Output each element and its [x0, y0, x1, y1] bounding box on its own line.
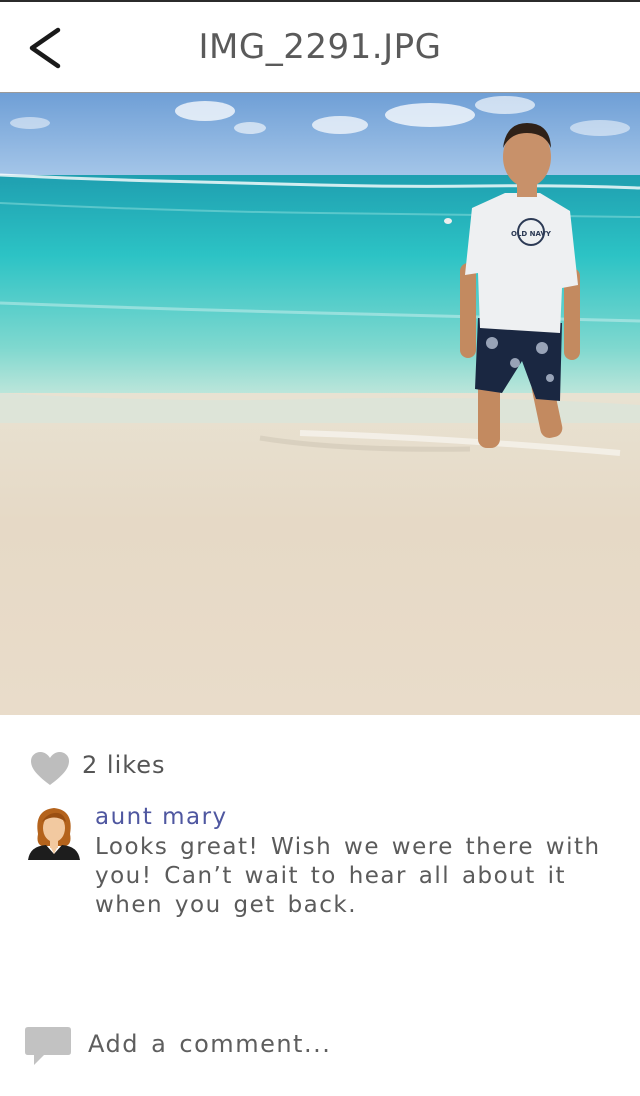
add-comment-field[interactable]: Add a comment...: [24, 1024, 624, 1068]
heart-icon[interactable]: [30, 751, 70, 787]
comment-text: Looks great! Wish we were there with you…: [95, 834, 601, 918]
page-title: IMG_2291.JPG: [198, 27, 442, 67]
photo[interactable]: OLD NAVY: [0, 93, 640, 715]
add-comment-placeholder[interactable]: Add a comment...: [88, 1030, 331, 1058]
header-bar: IMG_2291.JPG: [0, 2, 640, 93]
likes-count: 2 likes: [82, 751, 166, 779]
shirt-logo: OLD NAVY: [511, 230, 552, 238]
speech-bubble-icon: [25, 1027, 71, 1065]
comment-author[interactable]: aunt mary: [95, 804, 228, 830]
woman-avatar-icon: [28, 808, 80, 860]
